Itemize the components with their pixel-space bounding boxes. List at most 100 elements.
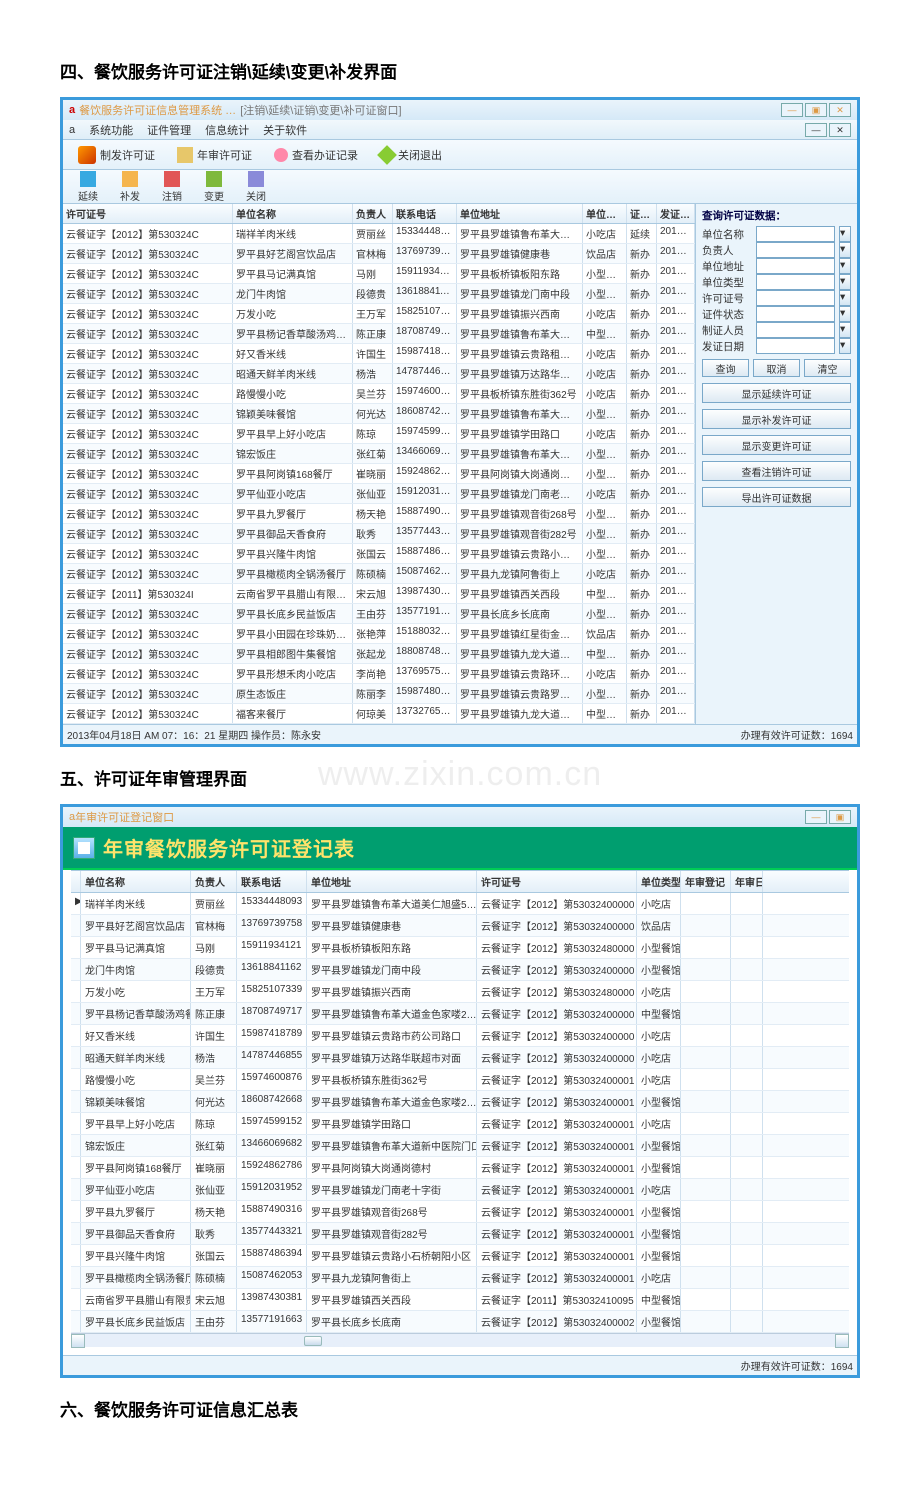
show-renewal-button[interactable]: 显示延续许可证 <box>702 383 851 403</box>
menu-about[interactable]: 关于软件 <box>263 122 307 138</box>
dropdown-arrow[interactable]: ▾ <box>839 258 851 274</box>
view-cancel-button[interactable]: 查看注销许可证 <box>702 461 851 481</box>
table-row[interactable]: 罗平县杨记香草酸汤鸡餐厅陈正康18708749717罗平县罗雄镇鲁布革大道金色家… <box>71 1003 849 1025</box>
col2-address[interactable]: 单位地址 <box>307 871 477 892</box>
query-button[interactable]: 查询 <box>702 359 749 377</box>
table-row[interactable]: 罗平县好艺阁宫饮品店官林梅13769739758罗平县罗雄镇健康巷云餐证字【20… <box>71 915 849 937</box>
table-row[interactable]: 云餐证字【2012】第530324C龙门牛肉馆段德贵13618841162罗平县… <box>63 284 695 304</box>
table-row[interactable]: 云南省罗平县腊山有限责任公司多依河宋云旭13987430381罗平县罗雄镇西关西… <box>71 1289 849 1311</box>
table-row[interactable]: 云餐证字【2012】第530324C罗平县形想禾肉小吃店李尚艳137695757… <box>63 664 695 684</box>
table-row[interactable]: 云餐证字【2012】第530324C万发小吃王万军15825107339罗平县罗… <box>63 304 695 324</box>
dropdown-arrow[interactable]: ▾ <box>839 322 851 338</box>
scroll-left-arrow[interactable] <box>71 1334 85 1348</box>
col-license-no[interactable]: 许可证号 <box>63 204 233 223</box>
maximize-button[interactable]: ▣ <box>805 103 827 117</box>
cancel-query-button[interactable]: 取消 <box>753 359 800 377</box>
table-row[interactable]: 云餐证字【2012】第530324C好又香米线许国生15987418789罗平县… <box>63 344 695 364</box>
table-row[interactable]: 云餐证字【2012】第530324C罗平仙亚小吃店张仙亚15912031952罗… <box>63 484 695 504</box>
table-row[interactable]: 云餐证字【2012】第530324C瑞祥羊肉米线贾丽丝15334448093罗平… <box>63 224 695 244</box>
table-row[interactable]: 云餐证字【2012】第530324C昭通天鲜羊肉米线杨浩14787446858罗… <box>63 364 695 384</box>
menu-license[interactable]: 证件管理 <box>147 122 191 138</box>
reissue-button[interactable]: 补发 <box>111 171 149 203</box>
col2-register[interactable]: 年审登记 <box>681 871 731 892</box>
col-address[interactable]: 单位地址 <box>457 204 583 223</box>
table-row[interactable]: 云餐证字【2012】第530324C罗平县御品天香食府耿秀13577443321… <box>63 524 695 544</box>
show-reissue-button[interactable]: 显示补发许可证 <box>702 409 851 429</box>
table-row[interactable]: 云餐证字【2012】第530324C罗平县兴隆牛肉馆张国云15887486394… <box>63 544 695 564</box>
scroll-thumb[interactable] <box>304 1336 322 1346</box>
close-button-2[interactable]: 关闭 <box>237 171 275 203</box>
col2-phone[interactable]: 联系电话 <box>237 871 307 892</box>
table-row[interactable]: 云餐证字【2012】第530324C罗平县早上好小吃店陈琼15974599152… <box>63 424 695 444</box>
change-button[interactable]: 变更 <box>195 171 233 203</box>
table-row[interactable]: 云餐证字【2011】第530324I云南省罗平县腊山有限责任公司宋云旭13987… <box>63 584 695 604</box>
col2-register-date[interactable]: 年审日 <box>731 871 763 892</box>
table-row[interactable]: 昭通天鲜羊肉米线杨浩14787446855罗平县罗雄镇万达路华联超市对面云餐证字… <box>71 1047 849 1069</box>
table-row[interactable]: 云餐证字【2012】第530324C锦宏饭庄张红菊13466069682罗平县罗… <box>63 444 695 464</box>
col-status[interactable]: 证件状态 <box>627 204 657 223</box>
menu-stats[interactable]: 信息统计 <box>205 122 249 138</box>
table-row[interactable]: 云餐证字【2012】第530324C福客来餐厅何琼美13732765018罗平县… <box>63 704 695 724</box>
filter-input[interactable] <box>756 226 835 242</box>
table-row[interactable]: 云餐证字【2012】第530324C罗平县阿岗镇168餐厅崔晓丽15924862… <box>63 464 695 484</box>
table-row[interactable]: 锦宏饭庄张红菊13466069682罗平县罗雄镇鲁布革大道新中医院门口云餐证字【… <box>71 1135 849 1157</box>
table-row[interactable]: 锦颖美味餐馆何光达18608742668罗平县罗雄镇鲁布革大道金色家喽2…云餐证… <box>71 1091 849 1113</box>
table-row[interactable]: 云餐证字【2012】第530324C路慢慢小吃吴兰芬15974600876罗平县… <box>63 384 695 404</box>
dropdown-arrow[interactable]: ▾ <box>839 338 851 354</box>
minimize-button[interactable]: — <box>781 103 803 117</box>
table-row[interactable]: 好又香米线许国生15987418789罗平县罗雄镇云贵路市药公司路口云餐证字【2… <box>71 1025 849 1047</box>
dropdown-arrow[interactable]: ▾ <box>839 242 851 258</box>
minimize-button-2[interactable]: — <box>805 810 827 824</box>
col2-person[interactable]: 负责人 <box>191 871 237 892</box>
dropdown-arrow[interactable]: ▾ <box>839 226 851 242</box>
table-row[interactable]: 罗平县阿岗镇168餐厅崔晓丽15924862786罗平县阿岗镇大岗通岗德村云餐证… <box>71 1157 849 1179</box>
table-row[interactable]: 罗平县早上好小吃店陈琼15974599152罗平县罗雄镇学田路口云餐证字【201… <box>71 1113 849 1135</box>
annual-review-button[interactable]: 年审许可证 <box>168 144 261 166</box>
horizontal-scrollbar[interactable] <box>71 1333 849 1347</box>
col2-license-no[interactable]: 许可证号 <box>477 871 637 892</box>
table-row[interactable]: 云餐证字【2012】第530324C罗平县橄榄肉全锅汤餐厅陈硕楠15087462… <box>63 564 695 584</box>
filter-input[interactable] <box>756 290 835 306</box>
col-unit-type[interactable]: 单位类型 <box>583 204 627 223</box>
table-row[interactable]: 罗平县九罗餐厅杨天艳15887490316罗平县罗雄镇观音街268号云餐证字【2… <box>71 1201 849 1223</box>
col-phone[interactable]: 联系电话 <box>393 204 457 223</box>
filter-input[interactable] <box>756 322 835 338</box>
close-exit-button[interactable]: 关闭退出 <box>371 144 451 166</box>
table-row[interactable]: 云餐证字【2012】第530324C罗平县小田园在珍珠奶茶店张艳萍1518803… <box>63 624 695 644</box>
table-row[interactable]: 罗平县长底乡民益饭店王由芬13577191663罗平县长底乡长底南云餐证字【20… <box>71 1311 849 1333</box>
dropdown-arrow[interactable]: ▾ <box>839 274 851 290</box>
filter-input[interactable] <box>756 274 835 290</box>
filter-input[interactable] <box>756 338 835 354</box>
dropdown-arrow[interactable]: ▾ <box>839 306 851 322</box>
maximize-button-2[interactable]: ▣ <box>829 810 851 824</box>
view-records-button[interactable]: 查看办证记录 <box>265 144 367 166</box>
table-row[interactable]: 云餐证字【2012】第530324C罗平县杨记香草酸汤鸡餐厅陈正康1870874… <box>63 324 695 344</box>
col-person[interactable]: 负责人 <box>353 204 393 223</box>
menu-system[interactable]: 系统功能 <box>89 122 133 138</box>
col-unit-name[interactable]: 单位名称 <box>233 204 353 223</box>
table-row[interactable]: 云餐证字【2012】第530324C罗平县九罗餐厅杨天艳15887490318罗… <box>63 504 695 524</box>
col-date[interactable]: 发证日期 <box>657 204 695 223</box>
clear-button[interactable]: 清空 <box>804 359 851 377</box>
table-row[interactable]: 罗平县马记满真馆马刚15911934121罗平县板桥镇板阳东路云餐证字【2012… <box>71 937 849 959</box>
close-button[interactable]: ✕ <box>829 103 851 117</box>
export-data-button[interactable]: 导出许可证数据 <box>702 487 851 507</box>
table-row[interactable]: ▶瑞祥羊肉米线贾丽丝15334448093罗平县罗雄镇鲁布革大道美仁旭盛5…云餐… <box>71 893 849 915</box>
issue-license-button[interactable]: 制发许可证 <box>69 143 164 167</box>
table-row[interactable]: 云餐证字【2012】第530324C罗平县长底乡民益饭店王由芬135771916… <box>63 604 695 624</box>
filter-input[interactable] <box>756 306 835 322</box>
table-row[interactable]: 罗平仙亚小吃店张仙亚15912031952罗平县罗雄镇龙门南老十字街云餐证字【2… <box>71 1179 849 1201</box>
dropdown-arrow[interactable]: ▾ <box>839 290 851 306</box>
table-row[interactable]: 龙门牛肉馆段德贵13618841162罗平县罗雄镇龙门南中段云餐证字【2012】… <box>71 959 849 981</box>
child-minimize-button[interactable]: — <box>805 123 827 137</box>
filter-input[interactable] <box>756 258 835 274</box>
table-row[interactable]: 罗平县御品天香食府耿秀13577443321罗平县罗雄镇观音街282号云餐证字【… <box>71 1223 849 1245</box>
table-row[interactable]: 云餐证字【2012】第530324C罗平县相郎图牛集餐馆张起龙188087481… <box>63 644 695 664</box>
cancel-button[interactable]: 注销 <box>153 171 191 203</box>
table-row[interactable]: 云餐证字【2012】第530324C罗平县马记满真馆马刚15911934121罗… <box>63 264 695 284</box>
filter-input[interactable] <box>756 242 835 258</box>
col2-unit-name[interactable]: 单位名称 <box>81 871 191 892</box>
child-close-button[interactable]: ✕ <box>829 123 851 137</box>
scroll-right-arrow[interactable] <box>835 1334 849 1348</box>
table-row[interactable]: 云餐证字【2012】第530324C原生态饭庄陈丽李15987480065罗平县… <box>63 684 695 704</box>
